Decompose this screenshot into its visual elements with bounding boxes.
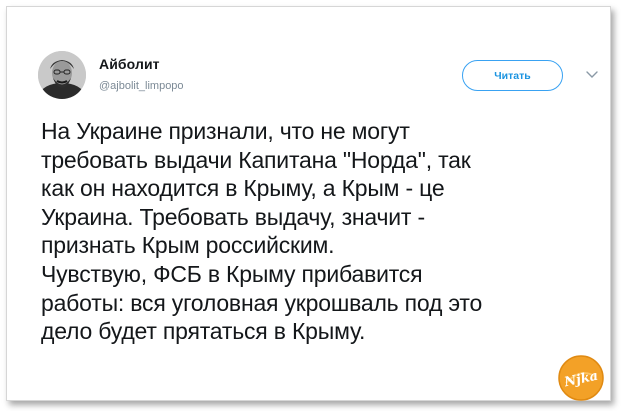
chevron-down-icon[interactable] (585, 70, 599, 80)
avatar[interactable] (38, 51, 86, 99)
author-handle[interactable]: @ajbolit_limpopo (99, 80, 184, 92)
tweet-card: Айболит @ajbolit_limpopo Читать На Украи… (6, 6, 611, 401)
tweet-text: На Украине признали, что не могут требов… (41, 118, 483, 345)
site-logo-badge-icon: Njka (558, 355, 604, 401)
follow-button[interactable]: Читать (462, 60, 563, 91)
author-display-name[interactable]: Айболит (99, 56, 160, 72)
avatar-portrait-icon (38, 51, 86, 99)
